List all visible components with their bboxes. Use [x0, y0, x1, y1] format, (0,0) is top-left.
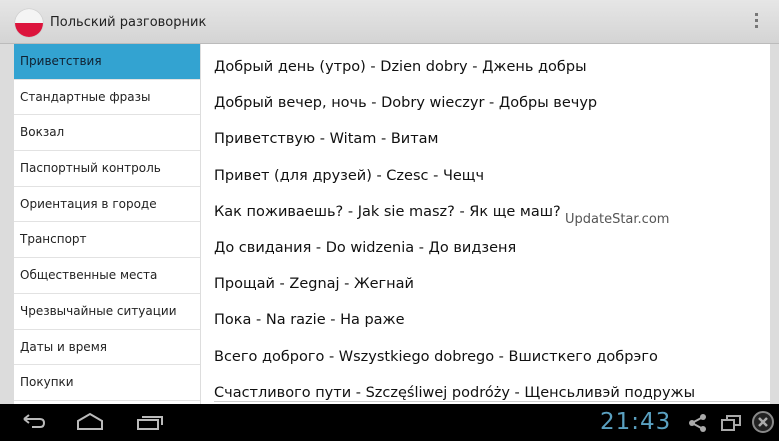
- recent-apps-icon[interactable]: [136, 412, 164, 432]
- phrase-item[interactable]: Всего доброго - Wszystkiego dobrego - Вш…: [214, 334, 770, 370]
- phrase-item[interactable]: Как поживаешь? - Jak sie masz? - Як ще м…: [214, 189, 770, 225]
- share-icon[interactable]: [688, 413, 708, 433]
- category-list[interactable]: Приветствия Стандартные фразы Вокзал Пас…: [14, 44, 201, 404]
- close-icon[interactable]: [751, 410, 775, 434]
- app-title: Польский разговорник: [50, 15, 207, 30]
- phrase-item[interactable]: Добрый день (утро) - Dzien dobry - Джень…: [214, 44, 770, 80]
- action-bar: Польский разговорник: [0, 0, 779, 44]
- phrase-item[interactable]: До свидания - Do widzenia - До видзеня: [214, 225, 770, 261]
- overflow-menu-icon[interactable]: [755, 13, 759, 31]
- phrase-item[interactable]: Пока - Na razie - На раже: [214, 297, 770, 333]
- phrase-item[interactable]: Приветствую - Witam - Витам: [214, 116, 770, 152]
- category-item-dates-time[interactable]: Даты и время: [14, 330, 200, 366]
- main-area: Приветствия Стандартные фразы Вокзал Пас…: [0, 44, 779, 404]
- poland-flag-icon: [15, 9, 43, 37]
- category-item-standard-phrases[interactable]: Стандартные фразы: [14, 80, 200, 116]
- category-item-station[interactable]: Вокзал: [14, 115, 200, 152]
- category-item-greetings[interactable]: Приветствия: [14, 44, 200, 80]
- windows-icon[interactable]: [720, 413, 742, 433]
- category-item-transport[interactable]: Транспорт: [14, 222, 200, 259]
- back-icon[interactable]: [20, 412, 46, 432]
- category-item-passport-control[interactable]: Паспортный контроль: [14, 151, 200, 187]
- category-item-emergencies[interactable]: Чрезвычайные ситуации: [14, 294, 200, 330]
- category-item-shopping[interactable]: Покупки: [14, 365, 200, 401]
- phrase-item[interactable]: Добрый вечер, ночь - Dobry wieczyr - Доб…: [214, 80, 770, 116]
- phrase-item[interactable]: Привет (для друзей) - Czesc - Чещч: [214, 153, 770, 189]
- phrase-item[interactable]: Прощай - Zegnaj - Жегнай: [214, 261, 770, 297]
- phrase-list[interactable]: Добрый день (утро) - Dzien dobry - Джень…: [214, 44, 770, 402]
- home-icon[interactable]: [76, 412, 104, 432]
- phrase-item[interactable]: Счастливого пути - Szczęśliwej podróży -…: [214, 370, 770, 401]
- clock: 21:43: [600, 409, 672, 435]
- system-nav-bar: 21:43: [0, 404, 779, 441]
- watermark: UpdateStar.com: [565, 212, 670, 227]
- category-item-city-orientation[interactable]: Ориентация в городе: [14, 187, 200, 223]
- category-item-public-places[interactable]: Общественные места: [14, 258, 200, 294]
